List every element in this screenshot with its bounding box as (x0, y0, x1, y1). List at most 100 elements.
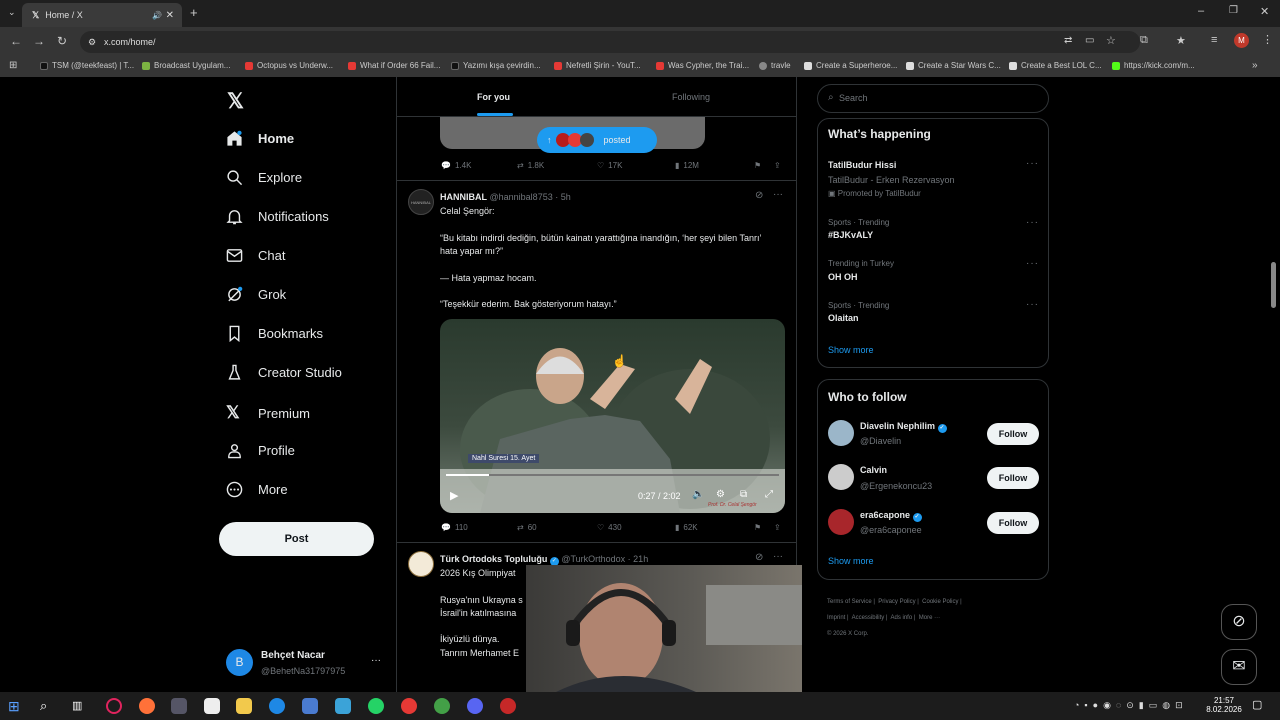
tab-for-you[interactable]: For you (477, 92, 510, 102)
app-icon[interactable] (302, 698, 318, 714)
footer-link[interactable]: Terms of Service (827, 599, 872, 605)
follow-button[interactable]: Follow (987, 512, 1039, 534)
system-tray-icons[interactable]: ◔▪●◉◌⊙▮▭◍⊡ (1074, 700, 1188, 711)
folder-icon[interactable] (236, 698, 252, 714)
discord-icon[interactable] (467, 698, 483, 714)
favorites-icon[interactable]: ★ (1176, 34, 1186, 47)
grok-icon[interactable]: ⊘ (755, 552, 763, 563)
nav-item-creator-studio[interactable]: Creator Studio (226, 364, 342, 381)
close-tab-icon[interactable]: ✕ (166, 10, 174, 21)
new-posts-pill[interactable]: ↑ posted (537, 127, 657, 153)
footer-link[interactable]: Imprint (827, 615, 845, 621)
menu-list-icon[interactable]: ≡ (1211, 34, 1217, 46)
more-icon[interactable]: ··· (1026, 258, 1039, 269)
footer-link[interactable]: Accessibility (852, 615, 885, 621)
minimize-icon[interactable]: – (1198, 5, 1204, 17)
views-action[interactable]: ▮ 12M (675, 161, 699, 170)
bookmark-icon[interactable]: ⚑ (754, 161, 761, 170)
messages-float-icon[interactable]: ✉ (1221, 649, 1257, 685)
bookmarks-overflow-icon[interactable]: » (1252, 60, 1258, 71)
extensions-icon[interactable]: ⧉ (1140, 34, 1148, 47)
footer-link[interactable]: Cookie Policy (922, 599, 958, 605)
restore-icon[interactable]: ❐ (1229, 5, 1238, 16)
share-icon[interactable]: ⇪ (774, 161, 781, 170)
clock[interactable]: 21:57 8.02.2026 (1204, 696, 1244, 714)
pip-icon[interactable]: ⧉ (740, 489, 747, 500)
bookmark-icon[interactable]: ⚑ (754, 523, 761, 532)
opera-icon[interactable] (106, 698, 122, 714)
notifications-icon[interactable]: ▢ (1252, 698, 1262, 711)
reply-action[interactable]: 💬 1.4K (441, 161, 471, 170)
fullscreen-icon[interactable]: ⤢ (765, 489, 773, 500)
like-action[interactable]: ♡ 17K (597, 161, 622, 170)
follow-button[interactable]: Follow (987, 423, 1039, 445)
bookmark-item[interactable]: Yazımı kışa çevirdin... (451, 61, 541, 70)
firefox-icon[interactable] (139, 698, 155, 714)
bookmark-item[interactable]: Create a Best LOL C... (1009, 61, 1102, 70)
forward-icon[interactable]: → (33, 34, 45, 48)
avatar[interactable] (828, 464, 854, 490)
nav-item-chat[interactable]: Chat (226, 247, 285, 264)
user-name[interactable]: Behçet Nacar (261, 650, 325, 661)
avatar[interactable] (408, 551, 434, 577)
play-icon[interactable]: ▶ (450, 489, 458, 502)
bookmark-item[interactable]: What if Order 66 Fail... (348, 61, 440, 70)
bookmark-item[interactable]: Nefretli Şirin - YouT... (554, 61, 641, 70)
settings-icon[interactable]: ⚙ (716, 489, 725, 500)
author-handle[interactable]: @TurkOrthodox · 21h (561, 554, 648, 564)
post-button[interactable]: Post (219, 522, 374, 556)
more-vertical-icon[interactable]: ⋮ (1262, 33, 1273, 46)
video-progress-track[interactable] (446, 474, 779, 476)
url-field[interactable]: ⚙ x.com/home/ (80, 31, 1140, 53)
avatar[interactable]: HANNIBAL (408, 189, 434, 215)
tweet-video[interactable]: Nahl Suresi 15. Ayet ▶ 0:27 / 2:02 🔈 ⚙ ⧉… (440, 319, 785, 513)
new-tab-icon[interactable]: + (190, 5, 198, 20)
bookmark-item[interactable]: Create a Star Wars C... (906, 61, 1001, 70)
tab-list-icon[interactable]: ⌄ (8, 7, 16, 18)
more-icon[interactable]: ··· (1026, 217, 1039, 228)
trend-title[interactable]: Olaitan (828, 313, 859, 323)
share-icon[interactable]: ⇪ (774, 523, 781, 532)
app-icon[interactable] (171, 698, 187, 714)
trend-title[interactable]: #BJKvALY (828, 230, 873, 240)
volume-icon[interactable]: 🔈 (692, 489, 704, 500)
footer-link[interactable]: Privacy Policy (878, 599, 915, 605)
page-scrollbar[interactable] (1271, 262, 1276, 308)
nav-item-home[interactable]: Home (226, 130, 294, 147)
follow-name[interactable]: era6capone ✓ (860, 510, 922, 522)
bookmark-item[interactable]: TSM (@teekfeast) | T... (40, 61, 134, 70)
more-icon[interactable]: ··· (773, 551, 783, 562)
trend-title[interactable]: TatilBudur Hissi (828, 160, 896, 170)
follow-name[interactable]: Diavelin Nephilim ✓ (860, 421, 947, 433)
bookmark-item[interactable]: https://kick.com/m... (1112, 61, 1195, 70)
follow-button[interactable]: Follow (987, 467, 1039, 489)
nav-item-premium[interactable]: 𝕏 Premium (226, 403, 310, 423)
chrome-icon[interactable] (434, 698, 450, 714)
bookmark-item[interactable]: Broadcast Uygulam... (142, 61, 230, 70)
avatar[interactable] (828, 420, 854, 446)
windows-start-icon[interactable]: ⊞ (8, 698, 24, 714)
site-info-icon[interactable]: ⚙ (88, 31, 96, 53)
more-icon[interactable]: ··· (773, 189, 783, 200)
star-icon[interactable]: ☆ (1106, 34, 1116, 47)
avatar[interactable]: B (226, 649, 253, 676)
translate-icon[interactable]: ⇄ (1064, 35, 1072, 46)
bookmark-item[interactable]: Was Cypher, the Trai... (656, 61, 749, 70)
task-view-icon[interactable]: ▥ (72, 698, 88, 714)
tab-home[interactable]: 𝕏 Home / X 🔊 ✕ (22, 3, 182, 27)
like-action[interactable]: ♡ 430 (597, 523, 622, 532)
tab-following[interactable]: Following (672, 92, 710, 102)
edge-icon[interactable] (269, 698, 285, 714)
footer-link[interactable]: Ads info (891, 615, 913, 621)
store-icon[interactable] (204, 698, 220, 714)
grok-icon[interactable]: ⊘ (755, 190, 763, 201)
author-name[interactable]: HANNIBAL (440, 192, 487, 202)
nav-item-profile[interactable]: Profile (226, 442, 295, 459)
grok-float-icon[interactable]: ⊘ (1221, 604, 1257, 640)
chrome-icon[interactable] (401, 698, 417, 714)
search-icon[interactable]: ⌕ (40, 698, 56, 714)
nav-item-explore[interactable]: Explore (226, 169, 302, 186)
follow-name[interactable]: Calvin (860, 465, 887, 475)
close-window-icon[interactable]: ✕ (1260, 5, 1269, 18)
x-logo-icon[interactable]: 𝕏 (227, 89, 244, 114)
